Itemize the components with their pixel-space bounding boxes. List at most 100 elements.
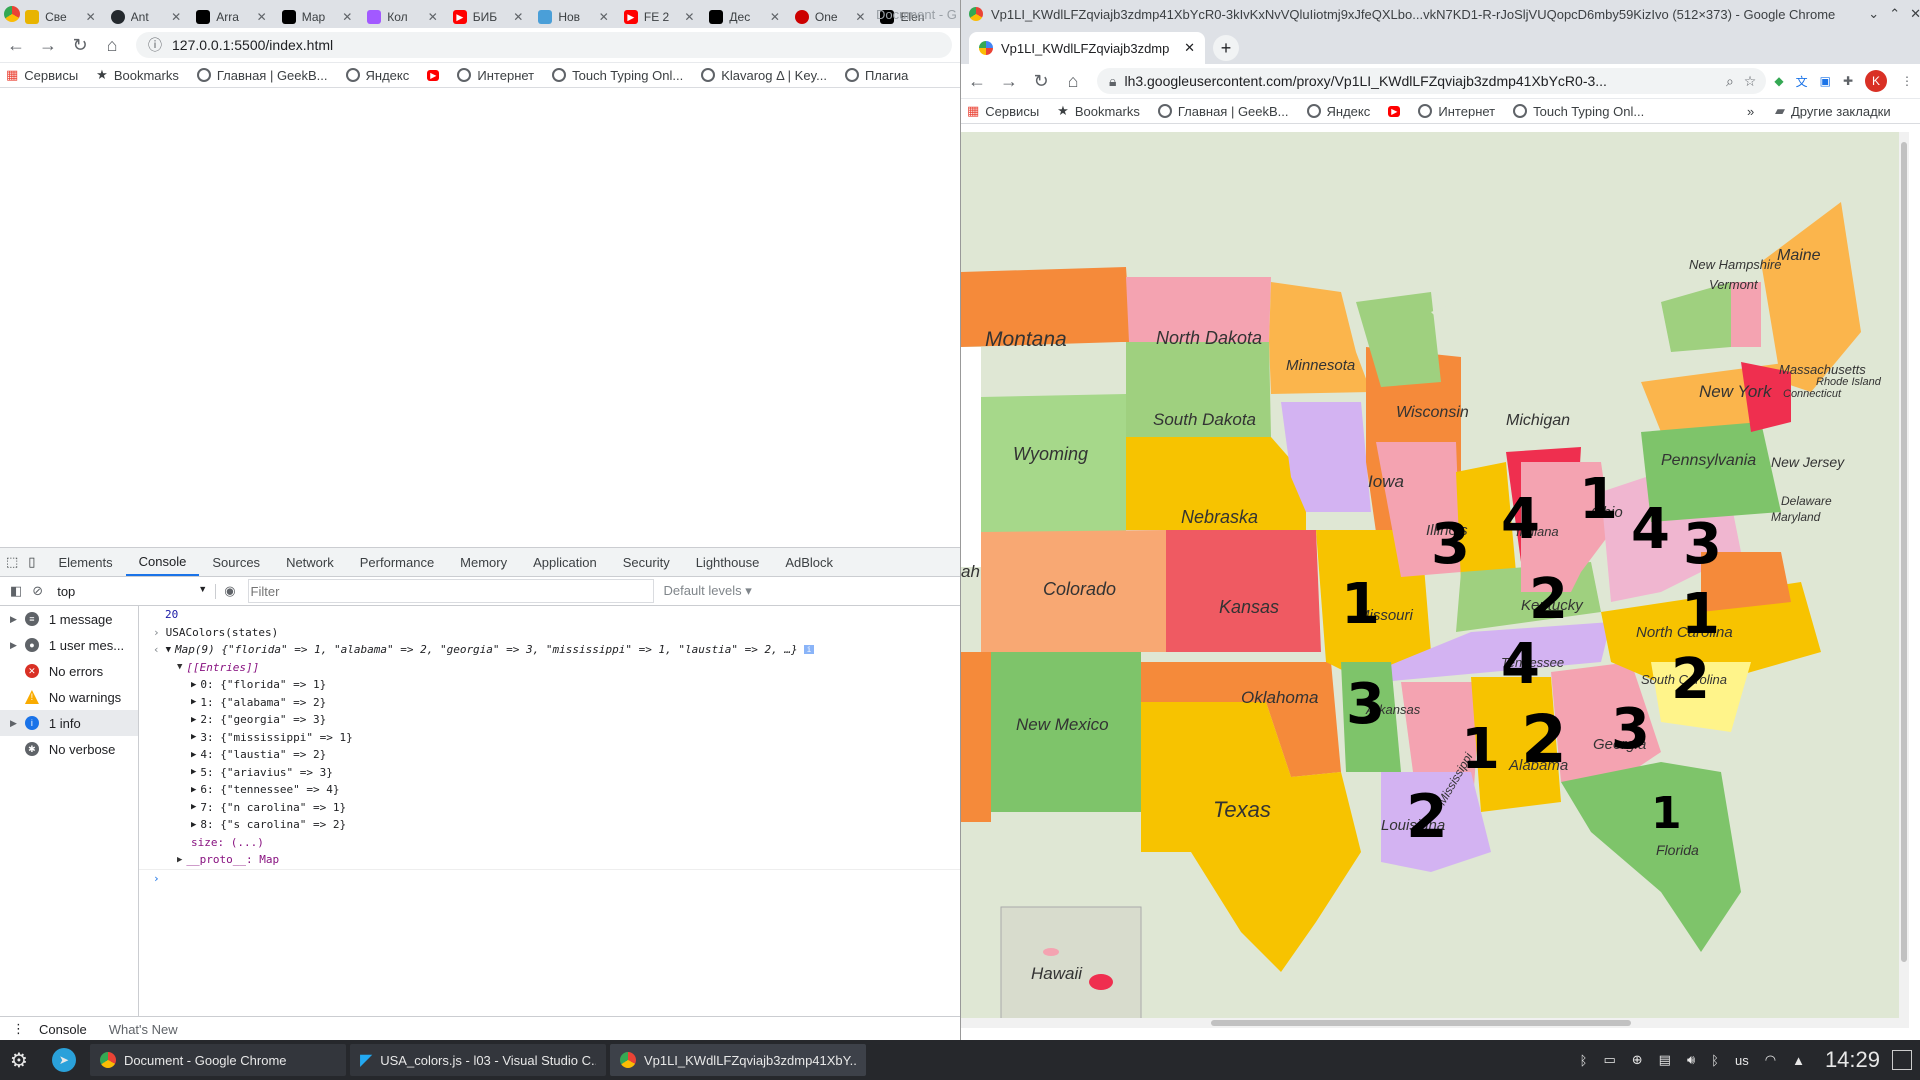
back-icon[interactable]: ←	[0, 29, 32, 61]
filter-input[interactable]	[247, 579, 654, 603]
bookmark[interactable]: ★ Bookmarks	[96, 67, 179, 83]
close-icon[interactable]: ✕	[684, 10, 694, 24]
bookmark[interactable]: Touch Typing Onl...	[1513, 104, 1644, 119]
network-icon[interactable]: ⊕	[1632, 1052, 1643, 1068]
reload-icon[interactable]: ↻	[64, 29, 96, 61]
close-icon[interactable]: ✕	[770, 10, 780, 24]
forward-icon[interactable]: →	[32, 29, 64, 61]
taskbar-item-document[interactable]: Document - Google Chrome	[89, 1044, 346, 1076]
sidebar-item-warnings[interactable]: ▶!No warnings	[0, 684, 138, 710]
tab[interactable]: Ant ✕	[105, 6, 188, 28]
drawer-tab-console[interactable]: Console	[39, 1022, 87, 1037]
bookmark[interactable]: Интернет	[457, 68, 534, 83]
tab[interactable]: Мар ✕	[276, 6, 359, 28]
sidebar-item-messages[interactable]: ▶ ≡ 1 message	[0, 606, 138, 632]
map-entry[interactable]: ▶ 0: {"florida" => 1}	[139, 676, 960, 694]
bookmark[interactable]: Яндекс	[345, 68, 409, 83]
log-levels-select[interactable]: Default levels ▾	[664, 583, 752, 599]
entries-label[interactable]: ▼ [[Entries]]	[139, 659, 960, 677]
tab-security[interactable]: Security	[610, 548, 683, 576]
tab[interactable]: Све ✕	[19, 6, 102, 28]
back-icon[interactable]: ←	[961, 65, 993, 97]
avatar[interactable]: K	[1865, 70, 1887, 92]
telegram-icon[interactable]: ➤	[42, 1044, 86, 1076]
close-icon[interactable]: ✕	[257, 10, 267, 24]
close-icon[interactable]: ✕	[513, 10, 523, 24]
bluetooth-icon[interactable]: ᛒ	[1580, 1053, 1588, 1068]
start-menu-button[interactable]: ⚙	[0, 1044, 38, 1076]
map-entry[interactable]: ▶ 1: {"alabama" => 2}	[139, 694, 960, 712]
bookmark[interactable]: ★ Bookmarks	[1057, 103, 1140, 119]
map-entry[interactable]: ▶ 4: {"laustia" => 2}	[139, 746, 960, 764]
tab[interactable]: ▶ БИБ ✕	[447, 6, 530, 28]
tab-performance[interactable]: Performance	[347, 548, 447, 576]
volume-icon[interactable]: 🔊︎	[1687, 1052, 1695, 1068]
tab-lighthouse[interactable]: Lighthouse	[683, 548, 773, 576]
close-icon[interactable]: ✕	[1910, 6, 1920, 22]
tab[interactable]: ▶ FE 2 ✕	[618, 6, 701, 28]
new-tab-button[interactable]: +	[1213, 35, 1239, 61]
map-proto[interactable]: ▶ __proto__: Map	[139, 851, 960, 870]
address-bar[interactable]: 🔒︎ lh3.googleusercontent.com/proxy/Vp1LI…	[1097, 68, 1767, 94]
zoom-icon[interactable]: ⌕	[1726, 73, 1734, 90]
tab[interactable]: Дес ✕	[703, 6, 786, 28]
address-bar[interactable]: ⓘ 127.0.0.1:5500/index.html	[136, 32, 952, 58]
context-select[interactable]: top ▼	[57, 583, 217, 599]
puzzle-icon[interactable]: ✚	[1843, 74, 1853, 88]
extension-icon[interactable]: ▣	[1820, 74, 1831, 88]
console-prompt[interactable]: ›	[139, 870, 960, 888]
close-icon[interactable]: ✕	[171, 10, 181, 24]
battery-icon[interactable]: ▭	[1603, 1052, 1615, 1068]
taskbar-item-image[interactable]: Vp1LI_KWdlLFZqviajb3zdmp41XbY...	[609, 1044, 866, 1076]
close-icon[interactable]: ✕	[428, 10, 438, 24]
clock[interactable]: 14:29	[1825, 1047, 1880, 1073]
home-icon[interactable]: ⌂	[1057, 65, 1089, 97]
sidebar-item-errors[interactable]: ▶✕No errors	[0, 658, 138, 684]
extension-icon[interactable]: ◆	[1774, 74, 1783, 88]
menu-icon[interactable]: ⋮	[1901, 74, 1913, 88]
bookmark[interactable]: ▶	[1388, 105, 1401, 117]
device-toggle-icon[interactable]: ▯	[24, 548, 45, 576]
forward-icon[interactable]: →	[993, 65, 1025, 97]
tab-console[interactable]: Console	[125, 548, 200, 576]
inspect-icon[interactable]: ⬚	[0, 548, 24, 576]
clear-console-icon[interactable]: ⊘	[32, 583, 43, 599]
bookmark[interactable]: Klavarog Δ | Key...	[701, 68, 827, 83]
tab[interactable]: Кол ✕	[361, 6, 444, 28]
more-bookmarks-icon[interactable]: »	[1747, 104, 1754, 119]
tab-application[interactable]: Application	[520, 548, 610, 576]
clipboard-icon[interactable]: ▤	[1659, 1052, 1671, 1068]
bookmark-star-icon[interactable]: ☆	[1744, 73, 1757, 90]
close-icon[interactable]: ✕	[86, 10, 96, 24]
tab-image[interactable]: Vp1LI_KWdlLFZqviajb3zdmp ✕	[969, 32, 1205, 64]
more-icon[interactable]: ⋮	[12, 1021, 25, 1037]
home-icon[interactable]: ⌂	[96, 29, 128, 61]
minimize-icon[interactable]: ⌄	[1868, 6, 1879, 22]
map-entry[interactable]: ▶ 2: {"georgia" => 3}	[139, 711, 960, 729]
translate-icon[interactable]: 文	[1796, 73, 1808, 90]
eye-icon[interactable]: ◉	[224, 583, 235, 599]
bookmark[interactable]: Яндекс	[1306, 104, 1370, 119]
bookmark[interactable]: ▦ Сервисы	[6, 67, 78, 83]
show-desktop-button[interactable]	[1892, 1050, 1912, 1070]
maximize-icon[interactable]: ⌃	[1889, 6, 1900, 22]
tray-expand-icon[interactable]: ▲	[1792, 1053, 1805, 1068]
bookmark[interactable]: Плагиа	[844, 68, 908, 83]
drawer-tab-whats-new[interactable]: What's New	[109, 1022, 178, 1037]
console-result-line[interactable]: ‹ ▼ Map(9) {"florida" => 1, "alabama" => 2…	[139, 641, 960, 659]
sidebar-item-info[interactable]: ▶ i 1 info	[0, 710, 138, 736]
close-icon[interactable]: ✕	[342, 10, 352, 24]
tab[interactable]: Нов ✕	[532, 6, 615, 28]
close-icon[interactable]: ✕	[599, 10, 609, 24]
sidebar-item-verbose[interactable]: ▶✱No verbose	[0, 736, 138, 762]
tab-network[interactable]: Network	[273, 548, 347, 576]
map-entry[interactable]: ▶ 5: {"ariavius" => 3}	[139, 764, 960, 782]
tab[interactable]: Arra ✕	[190, 6, 273, 28]
tab-adblock[interactable]: AdBlock	[772, 548, 846, 576]
bookmark[interactable]: Touch Typing Onl...	[552, 68, 683, 83]
bookmark[interactable]: ▶	[427, 69, 440, 81]
bookmark[interactable]: Интернет	[1418, 104, 1495, 119]
reload-icon[interactable]: ↻	[1025, 65, 1057, 97]
map-entry[interactable]: ▶ 6: {"tennessee" => 4}	[139, 781, 960, 799]
close-icon[interactable]: ✕	[855, 10, 865, 24]
